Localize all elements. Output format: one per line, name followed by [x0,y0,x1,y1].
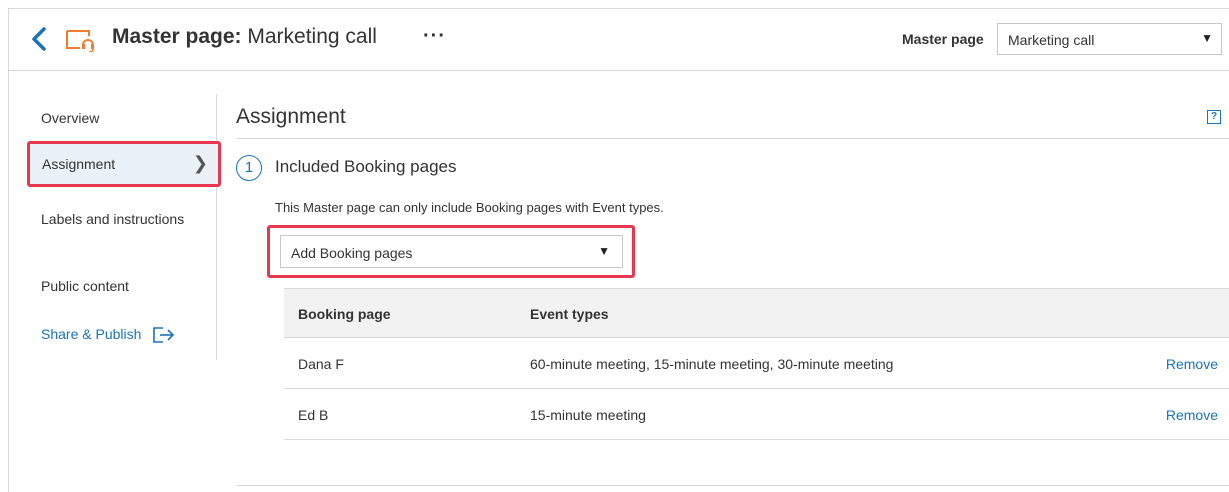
booking-page-cell: Ed B [298,407,329,423]
help-icon[interactable]: ? [1207,110,1221,124]
booking-page-cell: Dana F [298,356,344,372]
event-types-cell: 15-minute meeting [530,407,646,423]
step-note: This Master page can only include Bookin… [275,200,664,215]
event-types-cell: 60-minute meeting, 15-minute meeting, 30… [530,356,894,372]
table-header: Booking page Event types [284,288,1229,338]
remove-link[interactable]: Remove [1166,407,1218,423]
section-divider [236,138,1229,139]
step-number-badge: 1 [236,155,262,181]
sidebar-item-label: Share & Publish [41,326,142,342]
sidebar-nav: Overview Assignment ❯ Labels and instruc… [9,94,221,360]
sidebar-item-labels-and-instructions[interactable]: Labels and instructions [41,209,191,229]
sidebar-item-assignment[interactable]: Assignment ❯ [27,141,221,187]
column-header-booking-page: Booking page [298,306,391,322]
table-row: Ed B 15-minute meeting Remove [284,389,1229,440]
master-page-label: Master page [902,31,984,47]
chevron-right-icon: ❯ [192,153,208,173]
bottom-divider [236,485,1229,486]
sidebar-item-share-publish[interactable]: Share & Publish [41,326,248,344]
sidebar-item-label: Assignment [42,156,116,172]
sidebar-item-overview[interactable]: Overview [41,110,248,126]
remove-link[interactable]: Remove [1166,356,1218,372]
page-title: Master page: Marketing call [112,25,377,49]
app-frame: Master page: Marketing call ··· Master p… [8,8,1229,492]
share-icon [145,326,175,344]
table-row: Dana F 60-minute meeting, 15-minute meet… [284,338,1229,389]
more-options-button[interactable]: ··· [423,25,446,48]
add-booking-pages-select[interactable]: Add Booking pages ▼ [280,235,623,268]
step-title: Included Booking pages [275,157,457,176]
caret-down-icon: ▼ [598,244,610,258]
master-page-select-value: Marketing call [1008,32,1095,48]
caret-down-icon: ▼ [1201,31,1213,45]
master-page-icon [65,28,97,53]
add-booking-pages-value: Add Booking pages [291,245,413,261]
master-page-select[interactable]: Marketing call ▼ [997,23,1222,55]
page-title-name: Marketing call [241,25,377,48]
page-header: Master page: Marketing call ··· Master p… [9,9,1229,71]
column-header-event-types: Event types [530,306,609,322]
add-booking-pages-highlight: Add Booking pages ▼ [267,225,635,278]
section-title: Assignment [236,105,346,128]
back-chevron-icon[interactable] [29,26,51,52]
page-title-prefix: Master page: [112,25,242,48]
sidebar-item-public-content[interactable]: Public content [41,278,248,294]
